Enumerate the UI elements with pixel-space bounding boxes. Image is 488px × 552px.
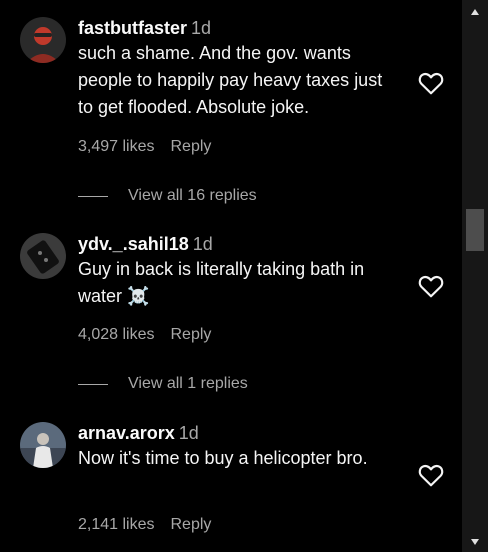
comment-time: 1d — [178, 423, 199, 443]
scrollbar[interactable] — [462, 0, 488, 552]
like-count[interactable]: 4,028 likes — [78, 326, 155, 343]
comment-meta: 4,028 likes Reply — [78, 326, 211, 344]
comment-body: fastbutfaster 1d such a shame. And the go… — [78, 17, 398, 121]
scrollbar-thumb[interactable] — [466, 209, 484, 251]
comment-text: such a shame. And the gov. wants people … — [78, 43, 383, 117]
comment-body: arnav.arorx 1d Now it's time to buy a hel… — [78, 422, 398, 472]
comment-username[interactable]: ydv._.sahil18 — [78, 234, 189, 254]
comment-time: 1d — [192, 234, 213, 254]
comments-list: fastbutfaster 1d such a shame. And the go… — [0, 0, 462, 552]
scroll-up-icon[interactable] — [470, 7, 480, 17]
scroll-down-icon[interactable] — [470, 537, 480, 547]
comment-time: 1d — [191, 18, 212, 38]
view-replies-button[interactable]: View all 16 replies — [78, 187, 257, 205]
like-heart-icon[interactable] — [418, 463, 444, 487]
view-replies-label: View all 16 replies — [128, 187, 257, 204]
comment-meta: 2,141 likes Reply — [78, 516, 211, 534]
like-count[interactable]: 3,497 likes — [78, 138, 155, 155]
comment-text: Now it's time to buy a helicopter bro. — [78, 448, 368, 468]
view-replies-label: View all 1 replies — [128, 375, 248, 392]
reply-button[interactable]: Reply — [171, 138, 212, 155]
like-heart-icon[interactable] — [418, 71, 444, 95]
comment-body: ydv._.sahil18 1d Guy in back is literally… — [78, 233, 398, 310]
view-replies-button[interactable]: View all 1 replies — [78, 375, 248, 393]
avatar[interactable] — [20, 422, 66, 468]
reply-button[interactable]: Reply — [171, 326, 212, 343]
divider-line — [78, 195, 108, 197]
comment-text: Guy in back is literally taking bath in … — [78, 259, 365, 306]
like-count[interactable]: 2,141 likes — [78, 516, 155, 533]
divider-line — [78, 383, 108, 385]
avatar[interactable] — [20, 17, 66, 63]
reply-button[interactable]: Reply — [171, 516, 212, 533]
comment-username[interactable]: fastbutfaster — [78, 18, 187, 38]
comment-meta: 3,497 likes Reply — [78, 138, 211, 156]
like-heart-icon[interactable] — [418, 274, 444, 298]
comment-username[interactable]: arnav.arorx — [78, 423, 175, 443]
avatar[interactable] — [20, 233, 66, 279]
